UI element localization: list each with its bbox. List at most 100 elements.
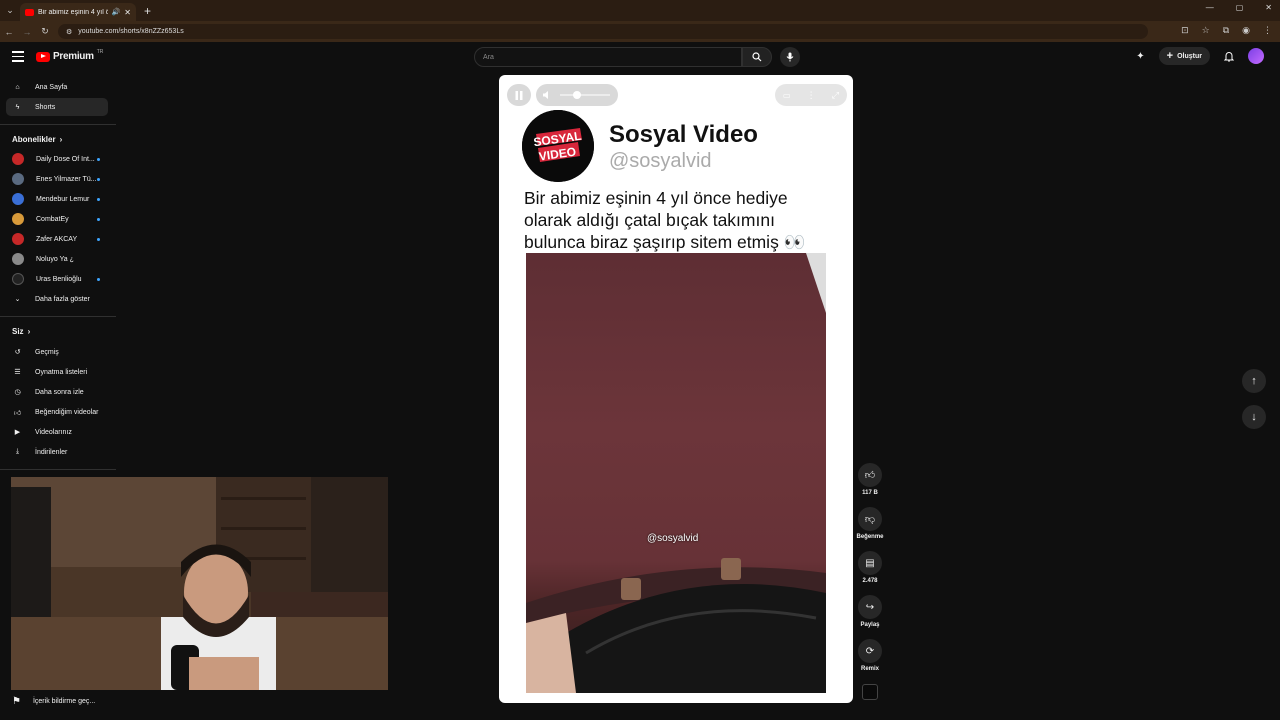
tab-title: Bir abimiz eşinin 4 yıl önce — [38, 8, 108, 16]
volume-icon[interactable] — [542, 90, 552, 100]
sidebar-item-home[interactable]: ⌂ Ana Sayfa — [6, 78, 108, 96]
dislike-label: Beğenme — [856, 534, 884, 540]
sidebar-divider — [0, 469, 116, 470]
reload-icon[interactable]: ↻ — [36, 26, 54, 37]
new-content-dot — [97, 217, 100, 221]
flag-icon: ⚑ — [12, 696, 21, 707]
thumbs-up-icon: 👍︎ — [864, 470, 876, 481]
remix-icon: ⟳ — [865, 645, 875, 657]
thumbs-down-icon: 👎︎ — [864, 514, 876, 525]
search-input[interactable]: Ara — [474, 47, 742, 67]
video-watermark: @sosyalvid — [647, 533, 699, 544]
like-count: 117 B — [862, 490, 878, 496]
sidebar-subscription-item[interactable]: Noluyo Ya ¿ — [6, 250, 108, 268]
notifications-bell-icon[interactable] — [1224, 51, 1234, 62]
extensions-icon[interactable]: ⧉ — [1223, 25, 1229, 36]
sidebar-subscription-item[interactable]: Daily Dose Of Int... — [6, 150, 108, 168]
search-button[interactable] — [742, 47, 772, 67]
back-icon[interactable]: ← — [0, 27, 18, 37]
browser-tab[interactable]: Bir abimiz eşinin 4 yıl önce 🔊 ✕ — [20, 3, 136, 21]
show-more-button[interactable]: ⌄ Daha fazla göster — [6, 290, 108, 308]
youtube-premium-logo[interactable]: Premium TR — [36, 49, 103, 62]
new-content-dot — [97, 157, 100, 161]
chevron-right-icon: › — [27, 327, 31, 336]
profile-icon[interactable]: ◉ — [1242, 25, 1250, 36]
voice-search-button[interactable] — [780, 47, 800, 67]
pause-button[interactable] — [507, 84, 531, 106]
cast-icon[interactable]: ✦ — [1136, 51, 1144, 62]
maximize-icon[interactable]: ▢ — [1236, 3, 1244, 12]
history-icon: ↺ — [14, 349, 21, 356]
liked-icon: 👍︎ — [13, 409, 22, 417]
sidebar-item-liked-videos[interactable]: 👍︎ Beğendiğim videolar — [6, 403, 108, 421]
chevron-right-icon: › — [59, 135, 63, 144]
share-icon: ↪ — [865, 601, 875, 613]
channel-avatar — [12, 273, 24, 285]
browser-menu-icon[interactable]: ⋮ — [1263, 25, 1272, 36]
site-info-icon[interactable]: ⚙ — [66, 28, 72, 36]
sidebar-item-history[interactable]: ↺ Geçmiş — [6, 343, 108, 361]
forward-icon[interactable]: → — [18, 27, 36, 37]
microphone-icon — [786, 52, 794, 62]
sosyal-video-logo: SOSYAL VIDEO — [522, 110, 594, 182]
sidebar-subscription-item[interactable]: CombatEy — [6, 210, 108, 228]
share-label: Paylaş — [860, 622, 880, 628]
url-text: youtube.com/shorts/x8nZZz653Ls — [78, 28, 184, 35]
account-avatar[interactable] — [1248, 48, 1264, 64]
playlists-icon: ☰ — [14, 369, 21, 376]
channel-avatar — [12, 233, 24, 245]
comment-icon: ▤ — [865, 557, 875, 569]
subscriptions-heading[interactable]: Abonelikler › — [12, 135, 62, 144]
sidebar-subscription-item[interactable]: Enes Yilmazer Tü... — [6, 170, 108, 188]
channel-avatar — [12, 173, 24, 185]
create-button[interactable]: + Oluştur — [1158, 47, 1210, 65]
your-videos-icon: ▶ — [14, 429, 21, 436]
comments-button[interactable]: ▤ — [858, 551, 882, 575]
remix-button[interactable]: ⟳ — [858, 639, 882, 663]
streamer-webcam-image — [11, 477, 388, 690]
minimize-icon[interactable]: — — [1206, 3, 1214, 12]
new-content-dot — [97, 197, 100, 201]
previous-short-button[interactable]: ↑ — [1242, 369, 1266, 393]
captions-icon[interactable]: ▭ — [783, 91, 791, 100]
volume-control[interactable] — [536, 84, 618, 106]
new-content-dot — [97, 237, 100, 241]
more-options-icon[interactable]: ⋮ — [807, 90, 816, 101]
sidebar-subscription-item[interactable]: Mendebur Lemur — [6, 190, 108, 208]
you-heading[interactable]: Siz › — [12, 327, 30, 336]
shorts-player[interactable]: ▭ ⋮ ⤢ SOSYAL VIDEO Sosyal Video @sosyalv… — [499, 75, 853, 703]
volume-slider[interactable] — [560, 94, 610, 96]
channel-avatar — [12, 253, 24, 265]
report-content-item[interactable]: ⚑ İçerik bildirme geç... — [12, 696, 95, 707]
sidebar-item-shorts[interactable]: ϟ Shorts — [6, 98, 108, 116]
volume-slider-handle[interactable] — [573, 91, 581, 99]
dislike-button[interactable]: 👎︎ — [858, 507, 882, 531]
fullscreen-icon[interactable]: ⤢ — [832, 90, 839, 101]
channel-avatar — [12, 193, 24, 205]
like-button[interactable]: 👍︎ — [858, 463, 882, 487]
menu-icon[interactable] — [12, 51, 24, 62]
sidebar-item-playlists[interactable]: ☰ Oynatma listeleri — [6, 363, 108, 381]
next-short-button[interactable]: ↓ — [1242, 405, 1266, 429]
sidebar-item-watch-later[interactable]: ◷ Daha sonra izle — [6, 383, 108, 401]
new-tab-button[interactable]: + — [144, 4, 151, 18]
address-bar[interactable]: ⚙ youtube.com/shorts/x8nZZz653Ls — [58, 24, 1148, 39]
tab-list-icon[interactable]: ⌄ — [0, 0, 20, 21]
install-icon[interactable]: ⊡ — [1181, 25, 1189, 36]
youtube-favicon-icon — [25, 8, 34, 16]
bookmark-star-icon[interactable]: ☆ — [1202, 25, 1210, 36]
channel-logo[interactable]: SOSYAL VIDEO — [522, 110, 594, 182]
sidebar-divider — [0, 124, 116, 125]
audio-icon[interactable]: 🔊 — [112, 8, 121, 16]
window-close-icon[interactable]: ✕ — [1265, 3, 1272, 12]
sidebar-item-downloads[interactable]: ⤓ İndirilenler — [6, 443, 108, 461]
share-button[interactable]: ↪ — [858, 595, 882, 619]
sidebar-item-your-videos[interactable]: ▶ Videolarınız — [6, 423, 108, 441]
sound-thumbnail[interactable] — [862, 684, 878, 700]
sidebar-subscription-item[interactable]: Uras Benlioğlu — [6, 270, 108, 288]
close-tab-icon[interactable]: ✕ — [124, 8, 131, 17]
pause-icon — [515, 90, 523, 100]
watch-later-icon: ◷ — [14, 389, 21, 396]
browser-tab-strip: ⌄ Bir abimiz eşinin 4 yıl önce 🔊 ✕ + — ▢… — [0, 0, 1280, 21]
sidebar-subscription-item[interactable]: Zafer AKCAY — [6, 230, 108, 248]
